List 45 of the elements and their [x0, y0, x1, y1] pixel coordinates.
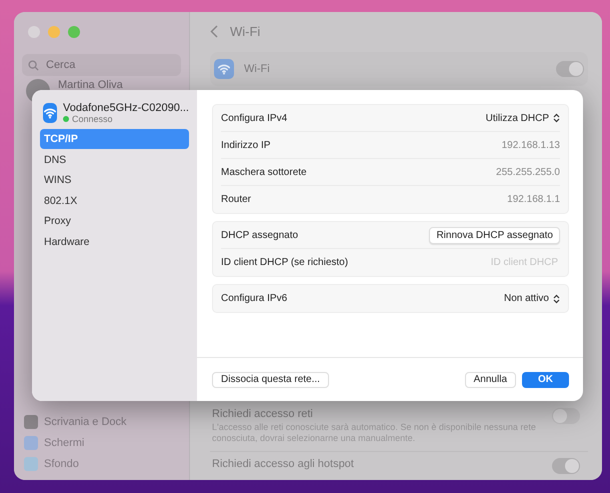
row-label: DHCP assegnato: [221, 230, 298, 240]
wifi-toggle[interactable]: [556, 61, 584, 77]
sheet-tab[interactable]: Proxy: [40, 211, 189, 231]
window-control-button[interactable]: [68, 26, 80, 38]
row-label: Configura IPv4: [221, 112, 288, 124]
sheet-tab[interactable]: WINS: [40, 170, 189, 190]
network-status: Connesso: [72, 114, 113, 124]
sheet-tab[interactable]: Hardware: [40, 232, 189, 252]
row-label: Indirizzo IP: [221, 140, 270, 150]
setting-toggle[interactable]: [552, 408, 580, 424]
search-icon: [28, 60, 39, 70]
ok-button[interactable]: OK: [522, 372, 569, 388]
forget-network-button[interactable]: Dissocia questa rete...: [212, 372, 329, 388]
row-label: Configura IPv6: [221, 293, 288, 304]
search-input[interactable]: Cerca: [44, 58, 175, 72]
window-control-button[interactable]: [48, 26, 60, 38]
status-dot: [63, 116, 70, 122]
wifi-label: Wi-Fi: [244, 63, 271, 75]
sidebar-item-label: Schermi: [44, 437, 84, 449]
sidebar-item-label: Sfondo: [44, 458, 79, 470]
row-value: 192.168.1.1: [507, 194, 560, 205]
search-field[interactable]: Cerca: [22, 54, 181, 76]
popup-button[interactable]: Non attivo: [504, 293, 560, 304]
setting-label: Richiedi accesso agli hotspot: [212, 458, 355, 470]
row-value: 255.255.255.0: [496, 166, 560, 178]
page-title: Wi-Fi: [230, 24, 260, 38]
network-name: Vodafone5GHz-C02090...: [63, 102, 189, 114]
chevron-updown-icon: [553, 294, 560, 304]
cancel-button[interactable]: Annulla: [464, 372, 516, 388]
sheet-tab[interactable]: 802.1X: [40, 190, 189, 210]
setting-label: Richiedi accesso reti: [212, 408, 314, 420]
chevron-updown-icon: [553, 113, 560, 123]
back-icon[interactable]: [210, 24, 218, 38]
wifi-icon: [214, 59, 234, 79]
sheet-tab[interactable]: DNS: [40, 150, 189, 170]
row-value: 192.168.1.13: [502, 140, 560, 150]
wifi-icon: [43, 103, 58, 123]
setting-toggle[interactable]: [552, 458, 580, 474]
row-label: Router: [221, 194, 252, 205]
row-label: Maschera sottorete: [221, 166, 307, 178]
window-control-button[interactable]: [28, 26, 40, 38]
row-label: ID client DHCP (se richiesto): [221, 257, 348, 268]
sidebar-item-label: Scrivania e Dock: [44, 416, 127, 428]
renew-dhcp-button[interactable]: Rinnova DHCP assegnato: [429, 226, 560, 244]
popup-button[interactable]: Utilizza DHCP: [486, 112, 560, 124]
